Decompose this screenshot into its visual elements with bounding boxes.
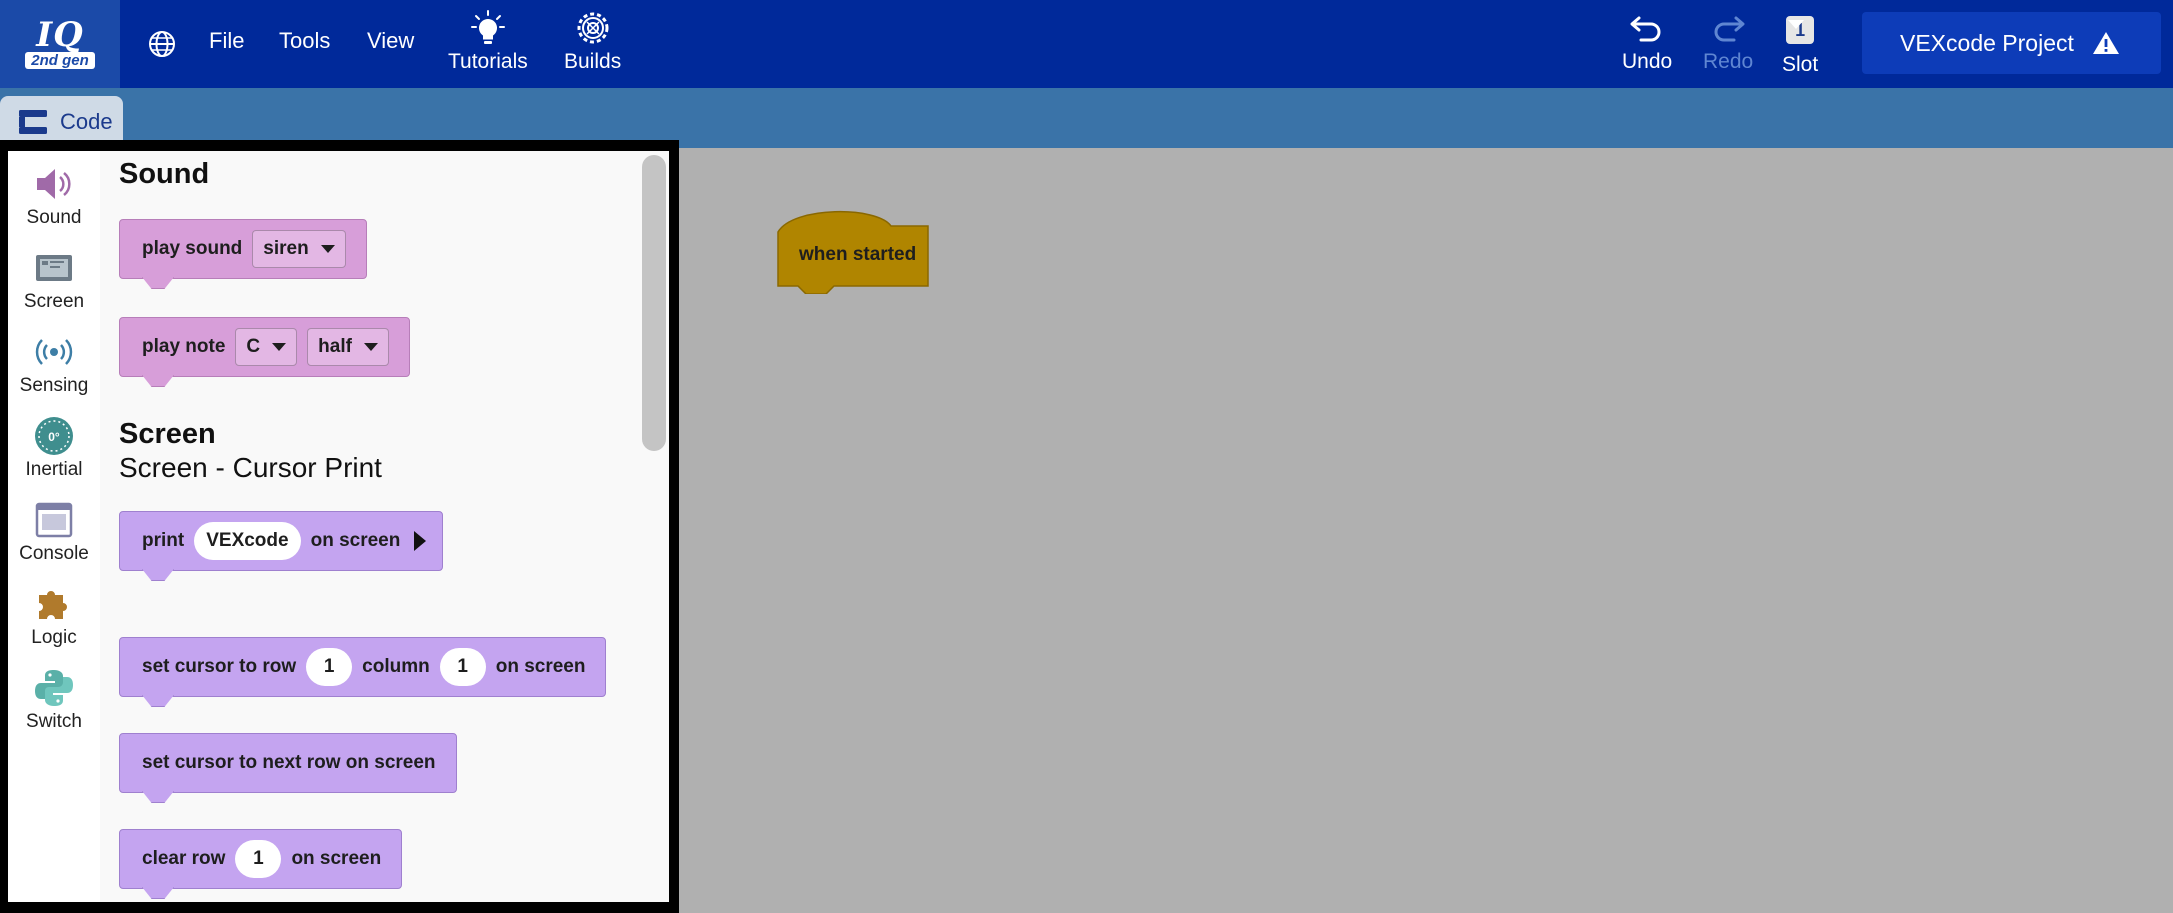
redo-label: Redo — [1703, 50, 1754, 73]
dropdown-value: half — [318, 336, 352, 357]
console-icon — [35, 502, 73, 538]
print-block[interactable]: print VEXcode on screen — [119, 511, 444, 571]
block-suffix: on screen — [495, 656, 586, 677]
block-label: clear row — [142, 848, 226, 869]
block-label: print — [142, 530, 185, 551]
play-note-block[interactable]: play note C half — [119, 317, 410, 377]
sound-heading: Sound — [119, 158, 210, 190]
flyout-scrollbar[interactable] — [642, 155, 666, 451]
block-label: play sound — [142, 238, 243, 259]
expand-arrow-icon[interactable] — [414, 531, 427, 551]
duration-dropdown[interactable]: half — [307, 328, 389, 366]
block-mid-label: column — [362, 656, 430, 677]
dropdown-value: siren — [263, 238, 309, 259]
category-list: Sound Screen Sensing 0° Inertial Console… — [8, 151, 100, 902]
block-label: play note — [142, 336, 226, 357]
chevron-down-icon[interactable] — [1788, 20, 1804, 29]
category-label: Screen — [23, 291, 85, 312]
redo-icon — [1714, 16, 1745, 42]
category-sensing[interactable]: Sensing — [8, 331, 100, 397]
clear-row-block[interactable]: clear row 1 on screen — [119, 829, 403, 889]
python-icon — [35, 670, 73, 706]
block-suffix: on screen — [310, 530, 401, 551]
builds-label: Builds — [564, 50, 622, 73]
undo-button[interactable]: Undo — [1622, 10, 1672, 74]
redo-button[interactable]: Redo — [1703, 10, 1753, 74]
caret-down-icon — [363, 343, 378, 351]
category-inertial[interactable]: 0° Inertial — [8, 415, 100, 481]
tab-code-label: Code — [60, 109, 113, 134]
sensing-icon — [35, 339, 73, 365]
block-label: set cursor to row — [142, 656, 297, 677]
note-dropdown[interactable]: C — [235, 328, 298, 366]
menu-view[interactable]: View — [367, 28, 414, 54]
gear-icon — [577, 12, 609, 44]
dropdown-value: C — [246, 336, 261, 357]
inertial-icon-text: 0° — [48, 430, 60, 444]
column-input[interactable]: 1 — [439, 648, 486, 686]
category-label: Logic — [31, 627, 77, 648]
globe-icon[interactable] — [147, 29, 177, 59]
inertial-icon: 0° — [35, 417, 73, 455]
screen-heading: Screen — [119, 418, 216, 450]
slot-label: Slot — [1782, 53, 1819, 76]
logo-main-text: IQ — [36, 14, 84, 55]
category-label: Console — [19, 543, 89, 564]
block-flyout: Sound play sound siren play note C half … — [100, 151, 669, 902]
caret-down-icon — [320, 245, 335, 253]
block-label: set cursor to next row on screen — [142, 752, 436, 773]
next-row-block[interactable]: set cursor to next row on screen — [119, 733, 457, 793]
warning-icon — [2092, 32, 2119, 54]
puzzle-icon — [39, 591, 67, 619]
blocks-icon — [19, 110, 47, 134]
category-screen[interactable]: Screen — [8, 247, 100, 313]
category-sound[interactable]: Sound — [8, 163, 100, 229]
category-label: Inertial — [25, 459, 83, 480]
undo-label: Undo — [1622, 50, 1673, 73]
menu-tools[interactable]: Tools — [279, 28, 330, 54]
top-bar: IQ 2nd gen File Tools View Tutorials Bui… — [0, 0, 2173, 88]
when-started-label: when started — [799, 244, 917, 265]
tab-strip: Code — [0, 88, 2173, 148]
category-label: Sensing — [19, 375, 89, 396]
caret-down-icon — [272, 343, 287, 351]
iq-logo: IQ 2nd gen — [0, 0, 120, 88]
category-switch[interactable]: Switch — [8, 667, 100, 733]
project-name: VEXcode Project — [1900, 29, 2074, 56]
builds-button[interactable]: Builds — [564, 10, 621, 74]
block-suffix: on screen — [291, 848, 382, 869]
tutorials-label: Tutorials — [448, 50, 528, 73]
undo-icon — [1630, 16, 1661, 42]
lightbulb-icon — [470, 10, 505, 44]
menu-file[interactable]: File — [209, 28, 244, 54]
project-name-button[interactable]: VEXcode Project — [1862, 12, 2161, 74]
category-label: Switch — [26, 711, 82, 732]
screen-icon — [36, 255, 72, 281]
category-label: Sound — [26, 207, 82, 228]
category-console[interactable]: Console — [8, 499, 100, 565]
sound-dropdown[interactable]: siren — [252, 230, 346, 268]
category-logic[interactable]: Logic — [8, 583, 100, 649]
row-input[interactable]: 1 — [306, 648, 353, 686]
clear-row-input[interactable]: 1 — [235, 840, 282, 878]
set-cursor-block[interactable]: set cursor to row 1 column 1 on screen — [119, 637, 607, 697]
toolbox: Sound Screen Sensing 0° Inertial Console… — [0, 140, 679, 913]
play-sound-block[interactable]: play sound siren — [119, 219, 367, 279]
print-text-input[interactable]: VEXcode — [194, 522, 301, 560]
tutorials-button[interactable]: Tutorials — [448, 10, 528, 74]
screen-subheading: Screen - Cursor Print — [119, 452, 382, 483]
speaker-icon — [37, 169, 71, 199]
logo-sub-text: 2nd gen — [25, 51, 95, 69]
